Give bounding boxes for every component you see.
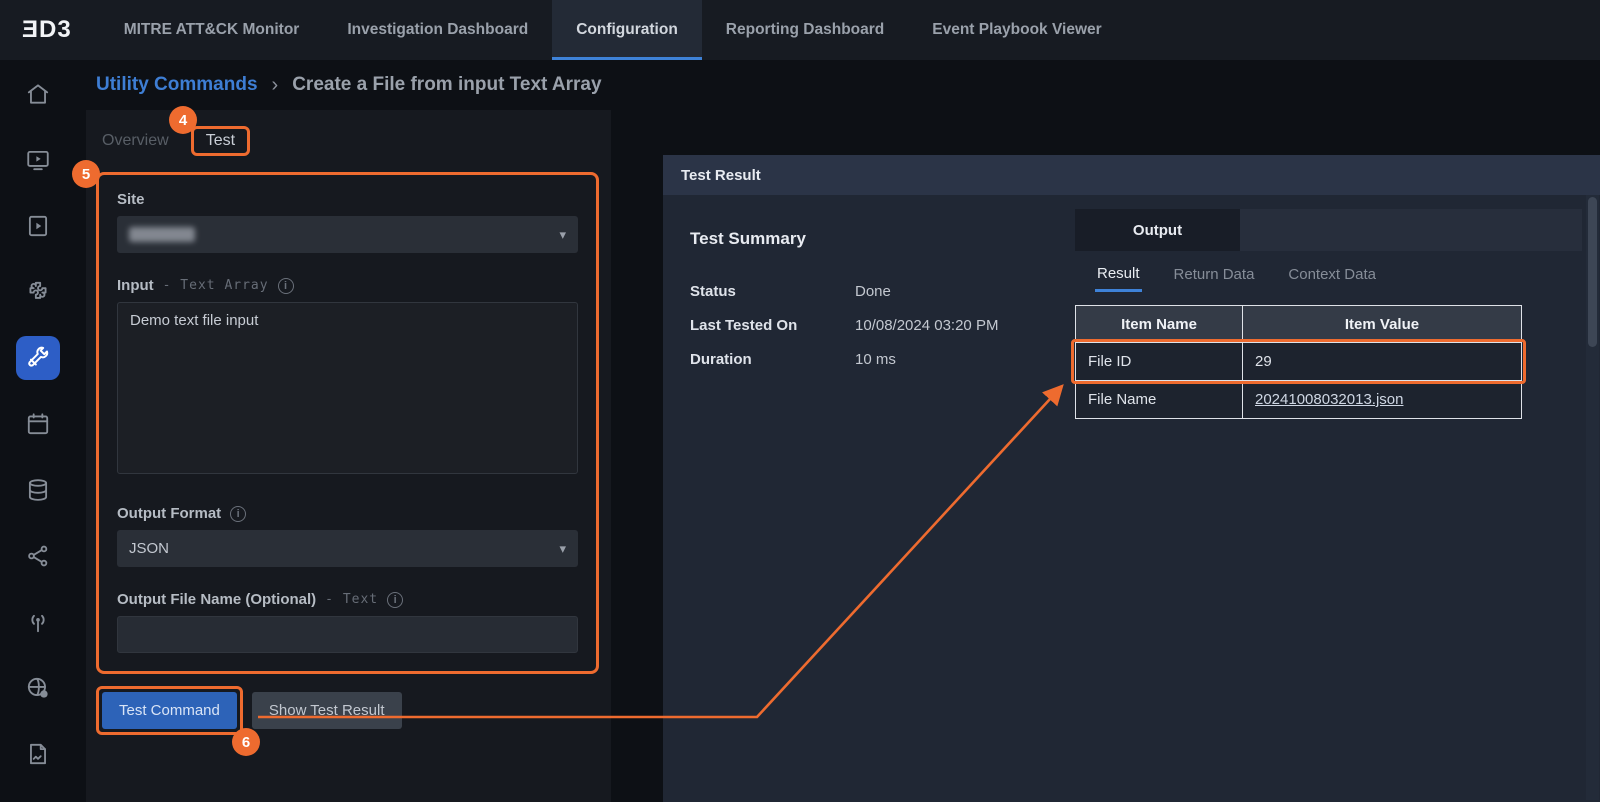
audit-doc-icon[interactable]: [16, 732, 60, 776]
monitor-play-icon[interactable]: [16, 138, 60, 182]
result-table: Item Name Item Value File ID 29 File Nam…: [1075, 305, 1522, 419]
output-section: Output Result Return Data Context Data I…: [1075, 195, 1600, 802]
nav-mitre-attck-monitor[interactable]: MITRE ATT&CK Monitor: [100, 0, 324, 60]
integrations-puzzle-icon[interactable]: [16, 270, 60, 314]
file-id-value-cell: 29: [1243, 343, 1522, 381]
site-label: Site: [117, 191, 145, 208]
broadcast-signal-icon[interactable]: [16, 600, 60, 644]
output-tabbar: Output: [1075, 209, 1582, 251]
test-command-button[interactable]: Test Command: [102, 692, 237, 729]
table-row-file-id: File ID 29: [1076, 343, 1522, 381]
command-test-panel: Overview Test Site Input - Text Array De…: [86, 110, 611, 802]
result-table-wrap: Item Name Item Value File ID 29 File Nam…: [1075, 305, 1522, 419]
output-format-select[interactable]: JSON: [117, 530, 578, 567]
last-tested-value: 10/08/2024 03:20 PM: [855, 317, 998, 334]
duration-value: 10 ms: [855, 351, 896, 368]
tab-test[interactable]: Test: [206, 132, 235, 149]
status-value: Done: [855, 283, 891, 300]
summary-row-status: Status Done: [690, 283, 1075, 300]
site-label-row: Site: [117, 191, 578, 208]
output-file-type-hint: - Text: [325, 592, 378, 607]
file-name-name-cell: File Name: [1076, 381, 1243, 419]
home-icon[interactable]: [16, 72, 60, 116]
step-badge-6: 6: [232, 728, 260, 756]
breadcrumb-utility-commands[interactable]: Utility Commands: [96, 74, 258, 96]
breadcrumb-separator-icon: ›: [272, 74, 279, 97]
tab-output[interactable]: Output: [1075, 209, 1240, 251]
test-result-header: Test Result: [663, 155, 1600, 195]
nav-configuration[interactable]: Configuration: [552, 0, 702, 60]
input-textarea[interactable]: Demo text file input: [117, 302, 578, 474]
app-root: ƎD3 MITRE ATT&CK Monitor Investigation D…: [0, 0, 1600, 802]
subtab-result[interactable]: Result: [1095, 255, 1142, 292]
test-summary-heading: Test Summary: [690, 229, 1075, 249]
file-name-link[interactable]: 20241008032013.json: [1255, 391, 1403, 408]
table-row-file-name: File Name 20241008032013.json: [1076, 381, 1522, 419]
input-type-hint: - Text Array: [163, 278, 269, 293]
info-icon: [278, 278, 294, 294]
page-title: Create a File from input Text Array: [292, 74, 601, 96]
calendar-icon[interactable]: [16, 402, 60, 446]
tab-overview[interactable]: Overview: [96, 128, 175, 154]
test-command-annotation: Test Command: [96, 686, 243, 735]
output-file-label-row: Output File Name (Optional) - Text: [117, 591, 578, 608]
summary-row-last-tested: Last Tested On 10/08/2024 03:20 PM: [690, 317, 1075, 334]
breadcrumb: Utility Commands › Create a File from in…: [76, 60, 1600, 110]
file-id-name-cell: File ID: [1076, 343, 1243, 381]
info-icon: [387, 592, 403, 608]
tab-test-annotation[interactable]: Test: [191, 126, 250, 156]
output-file-name-label: Output File Name (Optional): [117, 591, 316, 608]
step-badge-4: 4: [169, 106, 197, 134]
test-result-panel: Test Result Test Summary Status Done Las…: [663, 155, 1600, 802]
test-summary-section: Test Summary Status Done Last Tested On …: [663, 195, 1075, 802]
panel-buttons: Test Command Show Test Result: [96, 686, 599, 735]
output-file-name-input[interactable]: [117, 616, 578, 653]
connections-share-icon[interactable]: [16, 534, 60, 578]
utility-tools-icon[interactable]: [16, 336, 60, 380]
file-name-value-cell: 20241008032013.json: [1243, 381, 1522, 419]
d3-logo[interactable]: ƎD3: [0, 0, 100, 60]
site-redacted-value: [129, 227, 195, 242]
nav-investigation-dashboard[interactable]: Investigation Dashboard: [323, 0, 552, 60]
subtab-context-data[interactable]: Context Data: [1286, 256, 1378, 290]
site-select[interactable]: [117, 216, 578, 253]
input-label: Input: [117, 277, 154, 294]
subtab-return-data[interactable]: Return Data: [1172, 256, 1257, 290]
test-result-title: Test Result: [681, 167, 761, 184]
database-icon[interactable]: [16, 468, 60, 512]
top-nav: ƎD3 MITRE ATT&CK Monitor Investigation D…: [0, 0, 1600, 60]
duration-label: Duration: [690, 351, 855, 368]
geo-user-icon[interactable]: [16, 666, 60, 710]
input-label-row: Input - Text Array: [117, 277, 578, 294]
nav-event-playbook-viewer[interactable]: Event Playbook Viewer: [908, 0, 1125, 60]
col-header-item-name: Item Name: [1076, 306, 1243, 343]
status-label: Status: [690, 283, 855, 300]
show-test-result-button[interactable]: Show Test Result: [252, 692, 402, 729]
icon-sidebar: [0, 60, 76, 802]
info-icon: [230, 506, 246, 522]
col-header-item-value: Item Value: [1243, 306, 1522, 343]
test-result-body: Test Summary Status Done Last Tested On …: [663, 195, 1600, 802]
step-badge-5: 5: [72, 160, 100, 188]
scrollbar-track[interactable]: [1586, 195, 1599, 800]
output-subtabs: Result Return Data Context Data: [1075, 251, 1582, 295]
media-card-play-icon[interactable]: [16, 204, 60, 248]
nav-reporting-dashboard[interactable]: Reporting Dashboard: [702, 0, 908, 60]
summary-row-duration: Duration 10 ms: [690, 351, 1075, 368]
output-format-label-row: Output Format: [117, 505, 578, 522]
test-form-annotation: Site Input - Text Array Demo text file i…: [96, 172, 599, 674]
scrollbar-thumb[interactable]: [1588, 197, 1597, 347]
last-tested-label: Last Tested On: [690, 317, 855, 334]
output-format-label: Output Format: [117, 505, 221, 522]
output-format-value: JSON: [129, 540, 169, 557]
